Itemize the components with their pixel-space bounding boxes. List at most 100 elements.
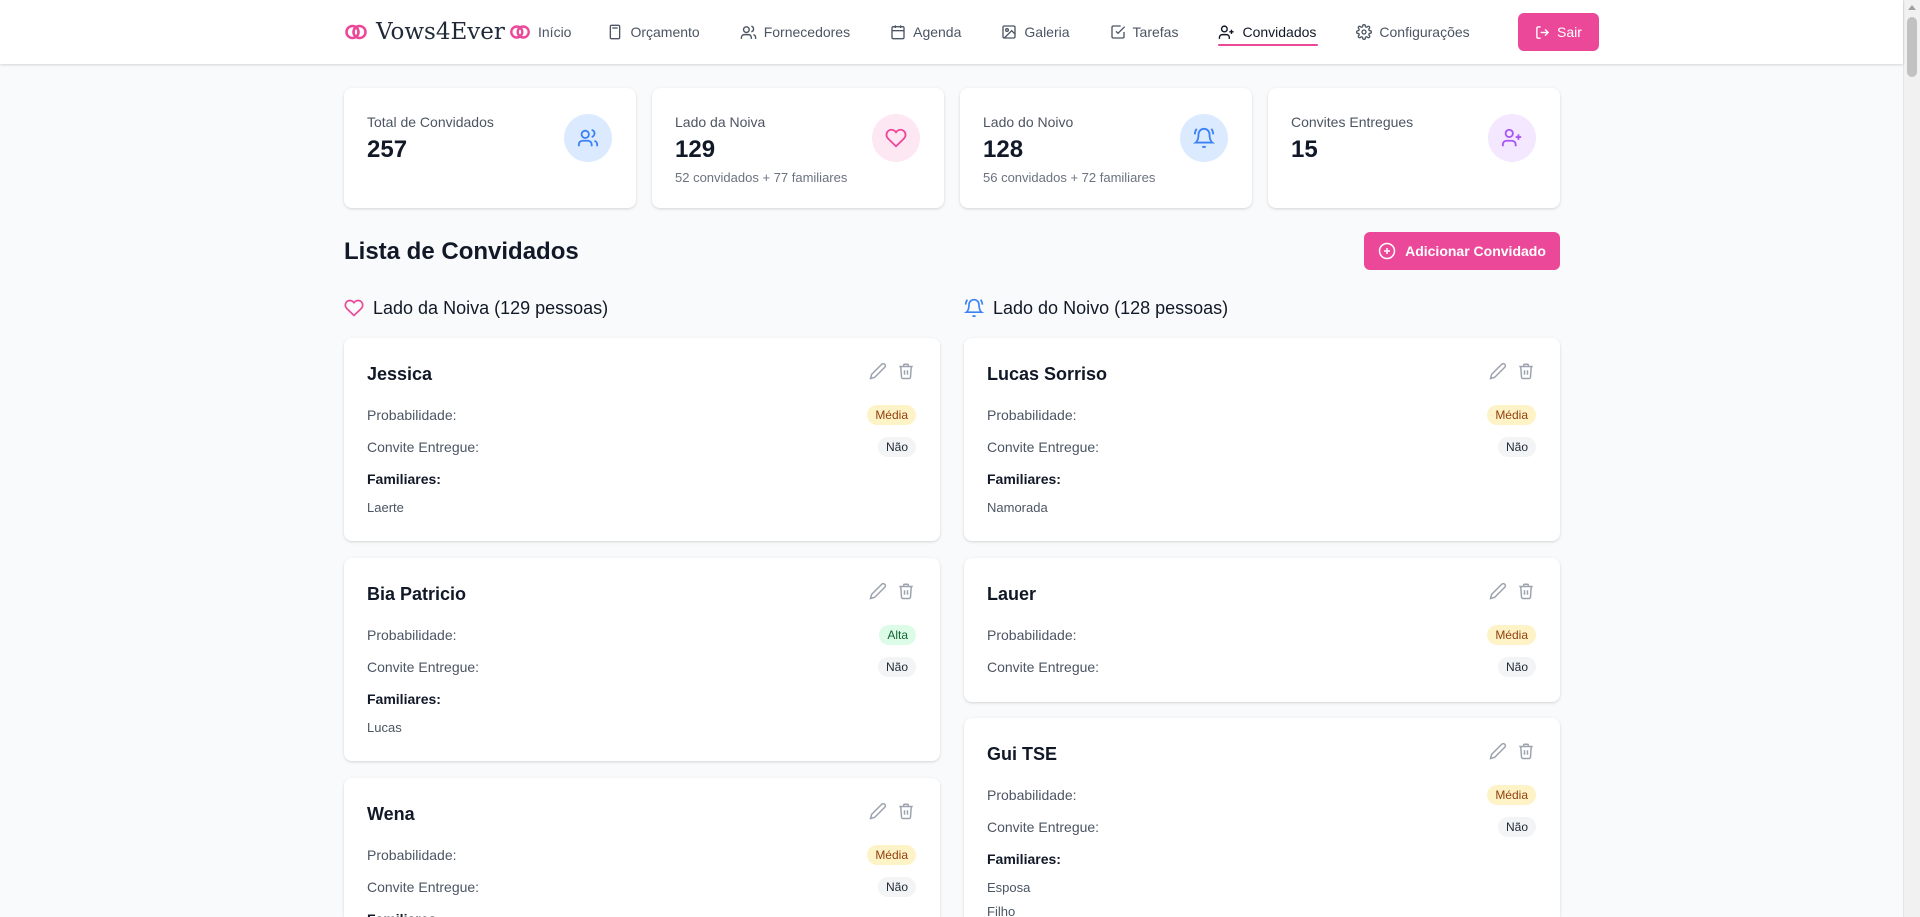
rings-icon: [509, 21, 531, 43]
stat-card-invites: Convites Entregues 15: [1268, 88, 1560, 208]
guest-actions: [1487, 360, 1536, 381]
probability-row: Probabilidade: Média: [367, 404, 916, 426]
image-icon: [1001, 24, 1017, 40]
edit-icon[interactable]: [1487, 360, 1508, 381]
top-navbar: Vows4Ever Início Orçamento Fornecedores …: [0, 0, 1903, 64]
invite-row: Convite Entregue: Não: [367, 436, 916, 458]
guest-actions: [867, 800, 916, 821]
guest-actions: [1487, 580, 1536, 601]
nav-item-inicio[interactable]: Início: [509, 14, 571, 50]
logout-label: Sair: [1557, 24, 1582, 40]
family-member: Lucas: [367, 720, 402, 735]
stat-label: Lado do Noivo: [983, 114, 1074, 130]
probability-label: Probabilidade:: [987, 407, 1077, 423]
groom-column-heading: Lado do Noivo (128 pessoas): [964, 296, 1228, 320]
probability-row: Probabilidade: Média: [987, 404, 1536, 426]
nav-label: Tarefas: [1132, 24, 1179, 40]
gear-icon: [1356, 24, 1373, 40]
nav-label: Galeria: [1024, 24, 1070, 40]
guest-name: Jessica: [367, 364, 433, 384]
nav-label: Orçamento: [630, 24, 700, 40]
nav-item-configuracoes[interactable]: Configurações: [1356, 14, 1470, 50]
probability-label: Probabilidade:: [367, 627, 457, 643]
invite-row: Convite Entregue: Não: [987, 656, 1536, 678]
invite-label: Convite Entregue:: [987, 819, 1100, 835]
probability-badge: Alta: [879, 625, 916, 645]
nav-item-fornecedores[interactable]: Fornecedores: [740, 14, 850, 50]
guest-card: Lauer Probabilidade: Média Convite Entre…: [964, 558, 1560, 702]
guest-name: Lucas Sorriso: [987, 364, 1108, 384]
guest-name: Lauer: [987, 584, 1037, 604]
groom-heading-text: Lado do Noivo (128 pessoas): [993, 297, 1229, 318]
trash-icon[interactable]: [895, 800, 916, 821]
brand[interactable]: Vows4Ever: [344, 14, 505, 50]
invite-badge: Não: [877, 437, 916, 457]
invite-badge: Não: [1497, 437, 1536, 457]
probability-badge: Média: [867, 405, 916, 425]
main-nav: Início Orçamento Fornecedores Agenda Gal…: [509, 14, 1470, 50]
rings-icon: [344, 20, 368, 44]
stat-card-groom: Lado do Noivo 128 56 convidados + 72 fam…: [960, 88, 1252, 208]
stat-card-total: Total de Convidados 257: [344, 88, 636, 208]
edit-icon[interactable]: [867, 360, 888, 381]
probability-badge: Média: [1487, 785, 1536, 805]
bride-column-heading: Lado da Noiva (129 pessoas): [344, 296, 608, 320]
calculator-icon: [607, 24, 623, 40]
guest-name: Wena: [367, 804, 415, 824]
calendar-icon: [890, 24, 906, 40]
edit-icon[interactable]: [1487, 740, 1508, 761]
probability-row: Probabilidade: Média: [987, 784, 1536, 806]
probability-row: Probabilidade: Média: [987, 624, 1536, 646]
probability-label: Probabilidade:: [367, 407, 457, 423]
logout-icon: [1535, 25, 1550, 40]
nav-item-agenda[interactable]: Agenda: [890, 14, 961, 50]
family-member: Esposa: [987, 880, 1031, 895]
invite-badge: Não: [877, 877, 916, 897]
probability-label: Probabilidade:: [987, 787, 1077, 803]
family-member: Laerte: [367, 500, 404, 515]
probability-row: Probabilidade: Média: [367, 844, 916, 866]
invite-row: Convite Entregue: Não: [367, 876, 916, 898]
invite-badge: Não: [877, 657, 916, 677]
scroll-thumb[interactable]: [1907, 17, 1917, 77]
bell-icon: [1180, 114, 1228, 162]
trash-icon[interactable]: [895, 360, 916, 381]
trash-icon[interactable]: [1515, 740, 1536, 761]
probability-badge: Média: [1487, 625, 1536, 645]
trash-icon[interactable]: [1515, 580, 1536, 601]
user-plus-icon: [1488, 114, 1536, 162]
invite-row: Convite Entregue: Não: [987, 436, 1536, 458]
guest-card: Lucas Sorriso Probabilidade: Média Convi…: [964, 338, 1560, 541]
nav-item-orcamento[interactable]: Orçamento: [607, 14, 700, 50]
nav-label: Agenda: [913, 24, 962, 40]
family-label: Familiares:: [367, 911, 441, 917]
family-label: Familiares:: [367, 691, 441, 707]
guest-card: Bia Patricio Probabilidade: Alta Convite…: [344, 558, 940, 761]
stat-label: Total de Convidados: [367, 114, 494, 130]
add-guest-button[interactable]: Adicionar Convidado: [1364, 232, 1560, 270]
logout-button[interactable]: Sair: [1518, 13, 1599, 51]
probability-label: Probabilidade:: [367, 847, 457, 863]
nav-item-convidados[interactable]: Convidados: [1218, 14, 1319, 50]
invite-badge: Não: [1497, 817, 1536, 837]
stat-label: Lado da Noiva: [675, 114, 766, 130]
nav-item-tarefas[interactable]: Tarefas: [1110, 14, 1179, 50]
invite-label: Convite Entregue:: [367, 879, 480, 895]
scroll-up-arrow[interactable]: [1908, 5, 1916, 10]
page-scrollbar[interactable]: [1903, 0, 1920, 917]
trash-icon[interactable]: [895, 580, 916, 601]
family-label: Familiares:: [367, 471, 441, 487]
invite-label: Convite Entregue:: [367, 659, 480, 675]
guest-actions: [867, 580, 916, 601]
edit-icon[interactable]: [1487, 580, 1508, 601]
bride-heading-text: Lado da Noiva (129 pessoas): [373, 297, 609, 318]
trash-icon[interactable]: [1515, 360, 1536, 381]
invite-row: Convite Entregue: Não: [987, 816, 1536, 838]
invite-label: Convite Entregue:: [987, 659, 1100, 675]
nav-label: Fornecedores: [763, 24, 851, 40]
invite-label: Convite Entregue:: [367, 439, 480, 455]
nav-item-galeria[interactable]: Galeria: [1001, 14, 1070, 50]
heart-icon: [344, 298, 364, 318]
edit-icon[interactable]: [867, 800, 888, 821]
edit-icon[interactable]: [867, 580, 888, 601]
